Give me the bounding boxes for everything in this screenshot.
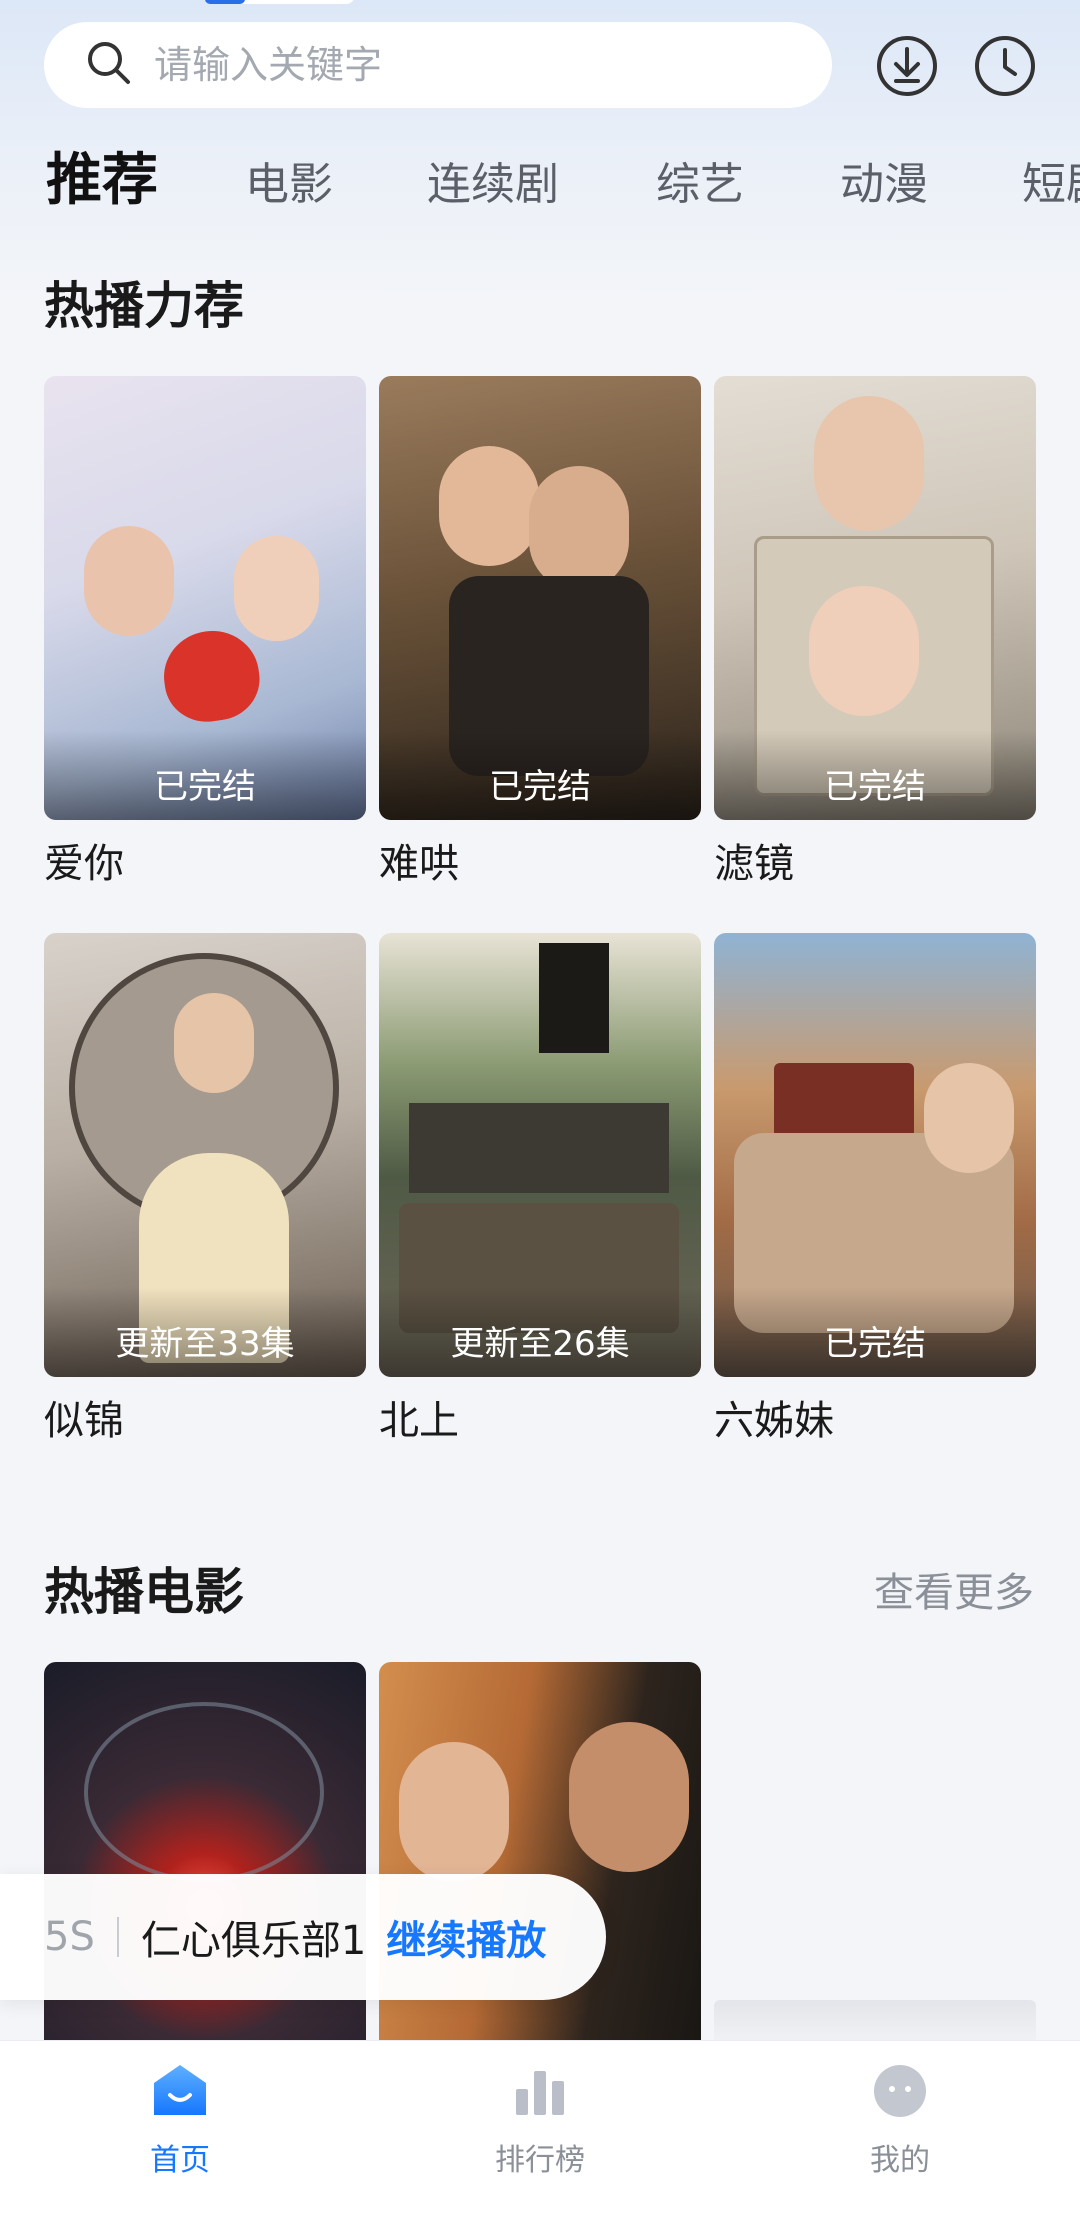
- tab-anime[interactable]: 动漫: [840, 150, 928, 220]
- drama-poster: 已完结: [379, 376, 701, 820]
- nav-ranking[interactable]: 排行榜: [440, 2061, 640, 2179]
- drama-poster: 已完结: [714, 376, 1036, 820]
- ranking-chart-icon: [440, 2061, 640, 2121]
- status-badge: 已完结: [44, 730, 366, 820]
- status-badge: 已完结: [714, 1287, 1036, 1377]
- drama-poster: 更新至26集: [379, 933, 701, 1377]
- status-badge: 已完结: [379, 730, 701, 820]
- search-input[interactable]: [154, 43, 794, 87]
- drama-title: 难哄: [379, 841, 459, 887]
- profile-face-icon: [800, 2061, 1000, 2121]
- status-badge: 更新至26集: [379, 1287, 701, 1377]
- tab-series[interactable]: 连续剧: [427, 150, 559, 220]
- drama-card[interactable]: 已完结 难哄: [379, 376, 701, 894]
- tab-movies[interactable]: 电影: [245, 150, 333, 220]
- category-tabs: 推荐 电影 连续剧 综艺 动漫 短剧: [0, 148, 1080, 230]
- nav-label-home: 首页: [150, 2143, 210, 2178]
- history-clock-icon[interactable]: [973, 34, 1037, 98]
- section-title-hot-movies: 热播电影: [44, 1563, 244, 1621]
- home-icon: [80, 2061, 280, 2121]
- search-icon: [84, 38, 134, 92]
- resume-title: 仁心俱乐部1: [140, 1918, 367, 1964]
- status-badge: 更新至33集: [44, 1287, 366, 1377]
- drama-title: 滤镜: [714, 841, 794, 887]
- nav-profile[interactable]: 我的: [800, 2061, 1000, 2179]
- status-indicator-dot: [205, 0, 245, 4]
- drama-title: 六姊妹: [714, 1398, 834, 1444]
- drama-title: 似锦: [44, 1398, 124, 1444]
- tab-variety[interactable]: 综艺: [656, 150, 744, 220]
- movie-poster-placeholder: [714, 2000, 1036, 2040]
- drama-poster: 已完结: [44, 376, 366, 820]
- search-bar[interactable]: [44, 22, 832, 108]
- drama-title: 北上: [379, 1398, 459, 1444]
- drama-poster: 更新至33集: [44, 933, 366, 1377]
- drama-card[interactable]: 已完结 滤镜: [714, 376, 1036, 894]
- bottom-nav: 首页 排行榜 我的: [0, 2040, 1080, 2214]
- drama-card[interactable]: 更新至26集 北上: [379, 933, 701, 1451]
- drama-card[interactable]: 更新至33集 似锦: [44, 933, 366, 1451]
- continue-watching-bar[interactable]: 5S 仁心俱乐部1 继续播放: [0, 1874, 606, 2000]
- nav-label-profile: 我的: [870, 2143, 930, 2178]
- status-badge: 已完结: [714, 730, 1036, 820]
- episode-label: 5S: [44, 1914, 95, 1960]
- tab-short-drama[interactable]: 短剧: [1022, 150, 1080, 220]
- nav-label-ranking: 排行榜: [495, 2143, 585, 2178]
- drama-card[interactable]: 已完结 爱你: [44, 376, 366, 894]
- divider: [116, 1917, 119, 1957]
- download-icon[interactable]: [875, 34, 939, 98]
- drama-title: 爱你: [44, 841, 124, 887]
- see-more-link[interactable]: 查看更多: [874, 1560, 1034, 1618]
- section-title-hot-series: 热播力荐: [44, 277, 244, 335]
- tab-recommend[interactable]: 推荐: [46, 146, 158, 216]
- drama-poster: 已完结: [714, 933, 1036, 1377]
- continue-play-button[interactable]: 继续播放: [386, 1908, 546, 1966]
- drama-card[interactable]: 已完结 六姊妹: [714, 933, 1036, 1451]
- nav-home[interactable]: 首页: [80, 2061, 280, 2179]
